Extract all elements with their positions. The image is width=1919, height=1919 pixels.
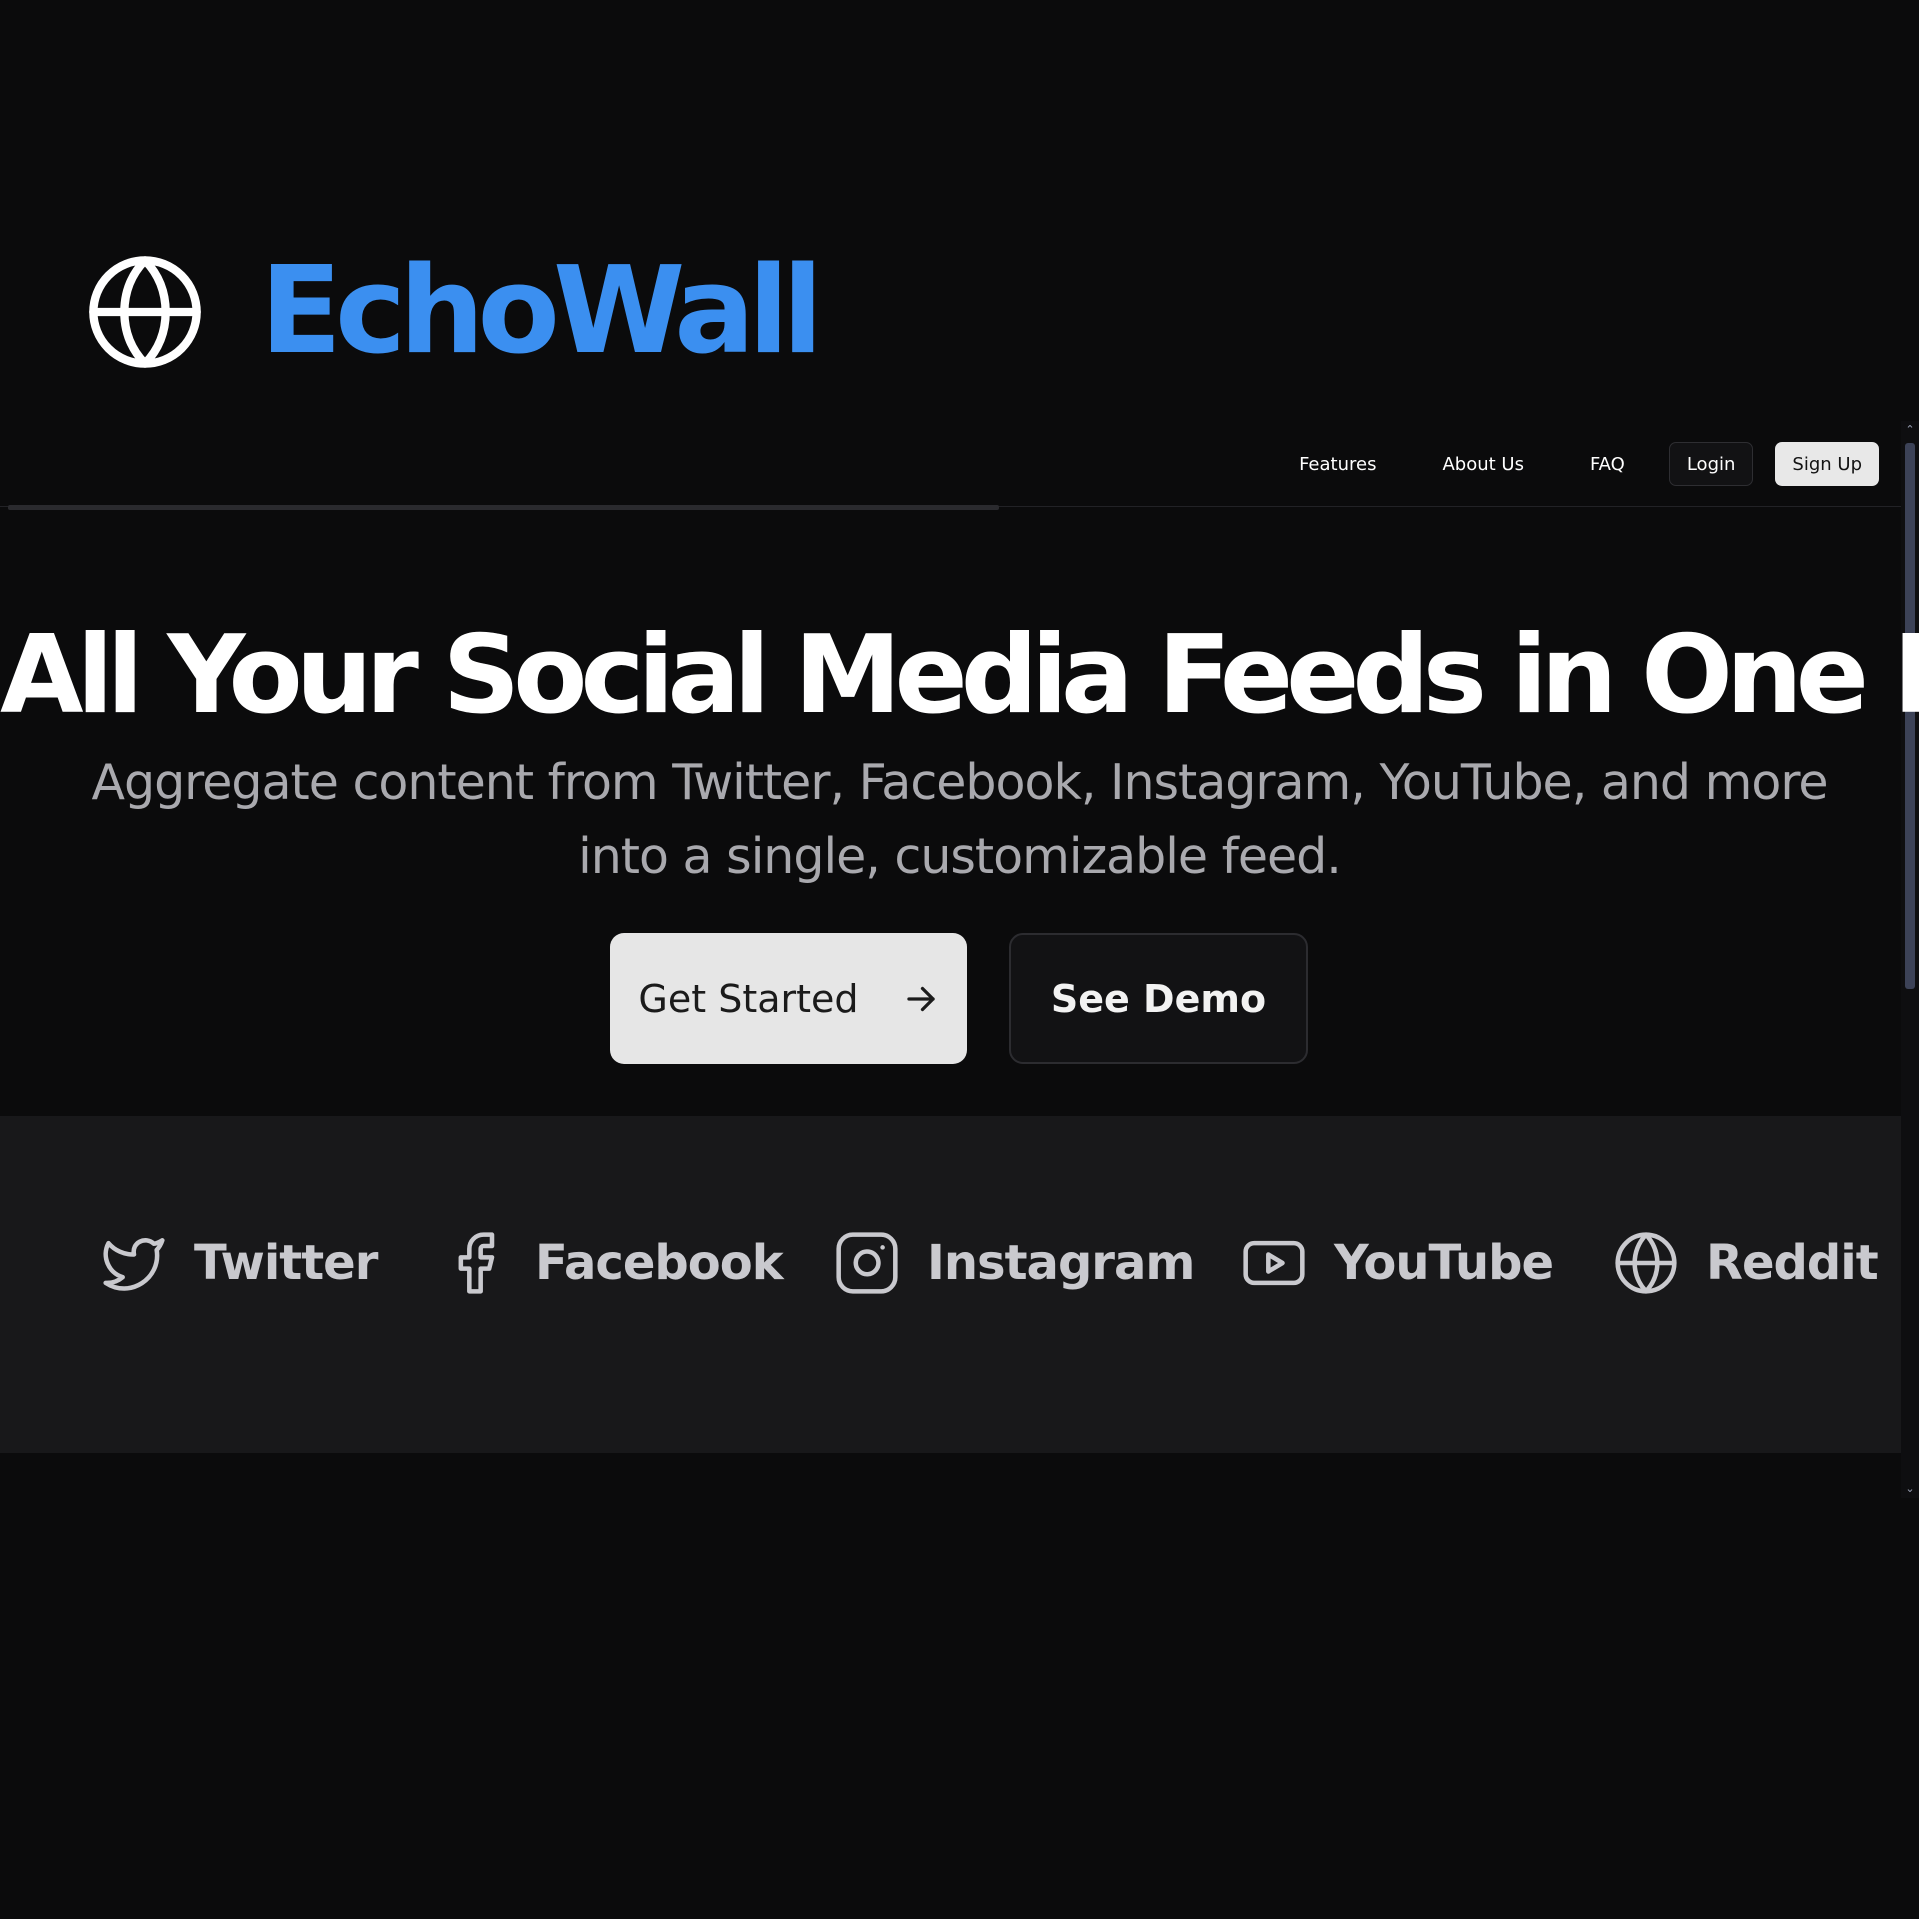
twitter-icon	[103, 1238, 165, 1291]
instagram-icon	[836, 1232, 898, 1294]
get-started-button[interactable]: Get Started	[610, 933, 967, 1064]
nav-link-about-us[interactable]: About Us	[1442, 454, 1524, 475]
platform-youtube: YouTube	[1240, 1222, 1554, 1304]
top-nav: Features About Us FAQ Login Sign Up	[1299, 442, 1879, 486]
vertical-scrollbar[interactable]: ⌃ ⌄	[1901, 421, 1919, 1498]
see-demo-button[interactable]: See Demo	[1009, 933, 1308, 1064]
platform-twitter: Twitter	[100, 1222, 378, 1304]
platforms-list: Twitter Facebook Instagram YouTube Reddi…	[0, 1222, 1901, 1304]
globe-icon	[1615, 1232, 1677, 1294]
landing-page: EchoWall Features About Us FAQ Login Sig…	[0, 0, 1919, 1919]
facebook-icon	[458, 1232, 495, 1294]
nav-link-features[interactable]: Features	[1299, 454, 1376, 475]
brand[interactable]: EchoWall	[86, 242, 823, 381]
platform-facebook: Facebook	[441, 1222, 784, 1304]
platform-label: Reddit	[1706, 1235, 1879, 1291]
sign-up-button[interactable]: Sign Up	[1775, 442, 1879, 486]
hero-subtitle: Aggregate content from Twitter, Facebook…	[91, 754, 1828, 885]
platform-label: Instagram	[927, 1235, 1195, 1291]
scroll-up-arrow-icon[interactable]: ⌃	[1901, 421, 1919, 439]
hero-title: All Your Social Media Feeds in One Place	[0, 613, 1919, 738]
cta-row: Get Started See Demo	[610, 933, 1308, 1064]
platform-instagram: Instagram	[833, 1222, 1195, 1304]
platform-label: YouTube	[1334, 1235, 1554, 1291]
scroll-down-arrow-icon[interactable]: ⌄	[1901, 1480, 1919, 1498]
scroll-progress-bar	[8, 505, 999, 510]
globe-icon	[89, 256, 201, 368]
brand-name: EchoWall	[260, 242, 823, 381]
arrow-right-icon	[906, 986, 935, 1011]
login-button[interactable]: Login	[1668, 442, 1754, 486]
youtube-icon	[1243, 1240, 1305, 1286]
get-started-label: Get Started	[638, 976, 859, 1021]
nav-link-faq[interactable]: FAQ	[1590, 454, 1625, 475]
platform-reddit: Reddit	[1612, 1222, 1879, 1304]
platform-label: Facebook	[535, 1235, 784, 1291]
platform-label: Twitter	[194, 1235, 378, 1291]
